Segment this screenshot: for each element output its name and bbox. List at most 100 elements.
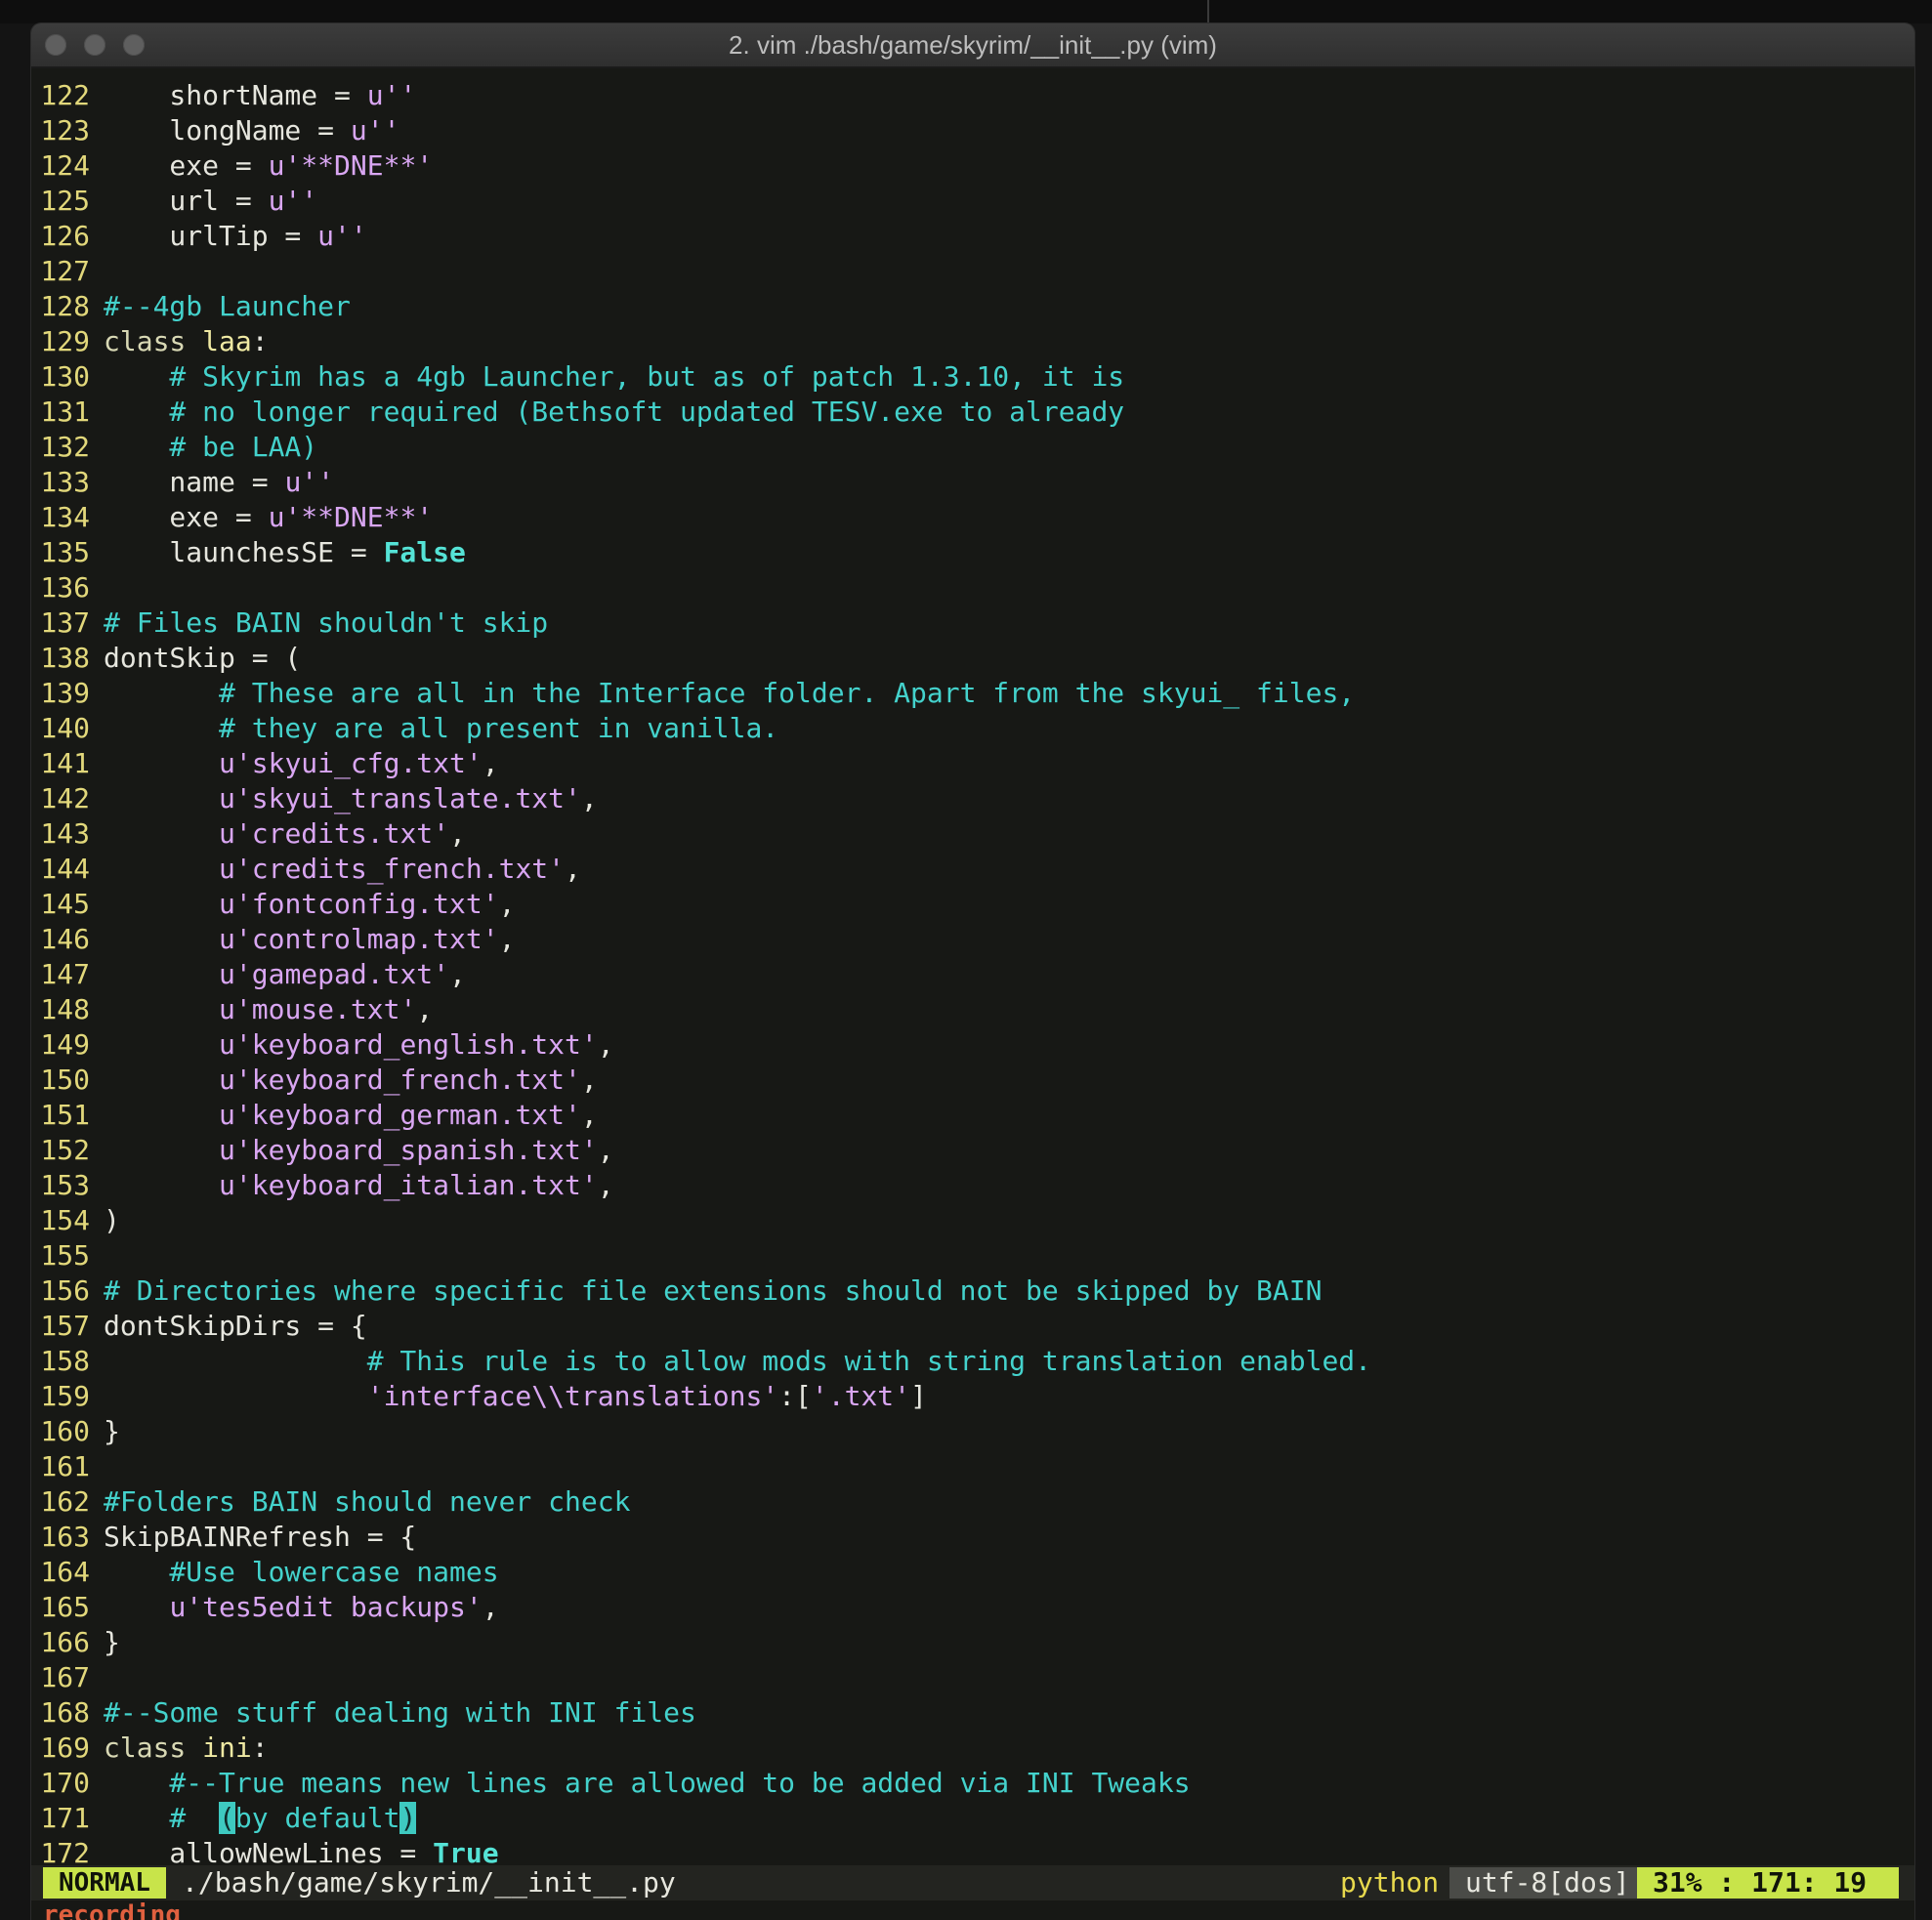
- code-line[interactable]: 160}: [31, 1414, 1914, 1449]
- code-line[interactable]: 133 name = u'': [31, 465, 1914, 500]
- code-line[interactable]: 125 url = u'': [31, 184, 1914, 219]
- code-line[interactable]: 158 # This rule is to allow mods with st…: [31, 1344, 1914, 1379]
- code-line[interactable]: 128 #--4gb Launcher: [31, 289, 1914, 324]
- code-line[interactable]: 142 u'skyui_translate.txt',: [31, 781, 1914, 816]
- code-line[interactable]: 136: [31, 570, 1914, 605]
- code-line[interactable]: 141 u'skyui_cfg.txt',: [31, 746, 1914, 781]
- code-line[interactable]: 147 u'gamepad.txt',: [31, 957, 1914, 992]
- code-line[interactable]: 150 u'keyboard_french.txt',: [31, 1063, 1914, 1098]
- line-number: 156: [40, 1274, 90, 1307]
- code-line[interactable]: 171 # (by default): [31, 1801, 1914, 1836]
- code-line[interactable]: 159 'interface\\translations':['.txt']: [31, 1379, 1914, 1414]
- code-token: u'keyboard_french.txt': [219, 1064, 581, 1096]
- code-line[interactable]: 144 u'credits_french.txt',: [31, 852, 1914, 887]
- line-number: 133: [40, 466, 90, 498]
- code-line[interactable]: 152 u'keyboard_spanish.txt',: [31, 1133, 1914, 1168]
- command-line[interactable]: recording: [43, 1900, 181, 1920]
- line-number: 160: [40, 1415, 90, 1447]
- code-line[interactable]: 123 longName = u'': [31, 113, 1914, 148]
- code-token: #Folders BAIN should never check: [104, 1485, 631, 1518]
- code-line[interactable]: 145 u'fontconfig.txt',: [31, 887, 1914, 922]
- code-line[interactable]: 129 class laa:: [31, 324, 1914, 359]
- code-line[interactable]: 166}: [31, 1625, 1914, 1660]
- code-token: u'credits.txt': [219, 817, 450, 850]
- code-line[interactable]: 130 # Skyrim has a 4gb Launcher, but as …: [31, 359, 1914, 395]
- code-token: u'**DNE**': [268, 149, 434, 182]
- code-line[interactable]: 138 dontSkip = (: [31, 641, 1914, 676]
- vim-editor-buffer[interactable]: 122 shortName = u'' 123 longName = u'' 124…: [31, 78, 1914, 1871]
- code-line[interactable]: 163 SkipBAINRefresh = {: [31, 1520, 1914, 1555]
- code-line[interactable]: 139 # These are all in the Interface fol…: [31, 676, 1914, 711]
- code-line[interactable]: 148 u'mouse.txt',: [31, 992, 1914, 1027]
- code-line[interactable]: 165 u'tes5edit backups',: [31, 1590, 1914, 1625]
- line-number: 150: [40, 1064, 90, 1096]
- line-number: 145: [40, 888, 90, 920]
- code-text: # These are all in the Interface folder.…: [90, 677, 1355, 709]
- code-line[interactable]: 149 u'keyboard_english.txt',: [31, 1027, 1914, 1063]
- code-token: u'credits_french.txt': [219, 853, 566, 885]
- line-number: 125: [40, 185, 90, 217]
- code-line[interactable]: 134 exe = u'**DNE**': [31, 500, 1914, 535]
- code-line[interactable]: 137 # Files BAIN shouldn't skip: [31, 605, 1914, 641]
- code-text: u'skyui_cfg.txt',: [90, 747, 499, 779]
- code-token: class: [104, 325, 203, 357]
- cursor-position: 31% : 171: 19: [1637, 1867, 1899, 1899]
- code-line[interactable]: 161: [31, 1449, 1914, 1484]
- code-token: ,: [580, 1064, 598, 1096]
- code-text: #Use lowercase names: [90, 1556, 498, 1588]
- code-line[interactable]: 162 #Folders BAIN should never check: [31, 1484, 1914, 1520]
- code-line[interactable]: 157 dontSkipDirs = {: [31, 1309, 1914, 1344]
- code-line[interactable]: 154): [31, 1203, 1914, 1238]
- code-token: u'fontconfig.txt': [219, 888, 499, 920]
- code-line[interactable]: 153 u'keyboard_italian.txt',: [31, 1168, 1914, 1203]
- code-line[interactable]: 170 #--True means new lines are allowed …: [31, 1766, 1914, 1801]
- code-line[interactable]: 140 # they are all present in vanilla.: [31, 711, 1914, 746]
- code-token: SkipBAINRefresh = {: [104, 1521, 417, 1553]
- code-line[interactable]: 132 # be LAA): [31, 430, 1914, 465]
- code-line[interactable]: 126 urlTip = u'': [31, 219, 1914, 254]
- code-line[interactable]: 151 u'keyboard_german.txt',: [31, 1098, 1914, 1133]
- code-text: u'keyboard_english.txt',: [90, 1028, 614, 1061]
- code-token: #: [104, 1802, 220, 1834]
- line-number: 139: [40, 677, 90, 709]
- code-line[interactable]: 168 #--Some stuff dealing with INI files: [31, 1695, 1914, 1731]
- title-bar[interactable]: 2. vim ./bash/game/skyrim/__init__.py (v…: [31, 23, 1914, 68]
- line-number: 123: [40, 114, 90, 146]
- code-line[interactable]: 122 shortName = u'': [31, 78, 1914, 113]
- line-number: 122: [40, 79, 90, 111]
- code-token: exe =: [104, 149, 269, 182]
- code-line[interactable]: 167: [31, 1660, 1914, 1695]
- code-line[interactable]: 135 launchesSE = False: [31, 535, 1914, 570]
- code-line[interactable]: 143 u'credits.txt',: [31, 816, 1914, 852]
- line-number: 157: [40, 1310, 90, 1342]
- code-line[interactable]: 131 # no longer required (Bethsoft updat…: [31, 395, 1914, 430]
- code-token: #--4gb Launcher: [104, 290, 351, 322]
- code-line[interactable]: 164 #Use lowercase names: [31, 1555, 1914, 1590]
- code-token: # Skyrim has a 4gb Launcher, but as of p…: [104, 360, 1125, 393]
- line-number: 153: [40, 1169, 90, 1201]
- line-number: 155: [40, 1239, 90, 1272]
- code-text: class ini:: [90, 1732, 269, 1764]
- line-number: 162: [40, 1485, 90, 1518]
- code-text: u'credits.txt',: [90, 817, 466, 850]
- code-text: u'keyboard_italian.txt',: [90, 1169, 614, 1201]
- code-line[interactable]: 146 u'controlmap.txt',: [31, 922, 1914, 957]
- line-number: 136: [40, 571, 90, 604]
- code-token: # Directories where specific file extens…: [104, 1274, 1323, 1307]
- code-line[interactable]: 127: [31, 254, 1914, 289]
- code-text: #--4gb Launcher: [90, 290, 351, 322]
- code-token: ,: [449, 817, 466, 850]
- line-number: 131: [40, 396, 90, 428]
- code-line[interactable]: 156 # Directories where specific file ext…: [31, 1273, 1914, 1309]
- code-line[interactable]: 155: [31, 1238, 1914, 1273]
- code-line[interactable]: 124 exe = u'**DNE**': [31, 148, 1914, 184]
- code-line[interactable]: 169 class ini:: [31, 1731, 1914, 1766]
